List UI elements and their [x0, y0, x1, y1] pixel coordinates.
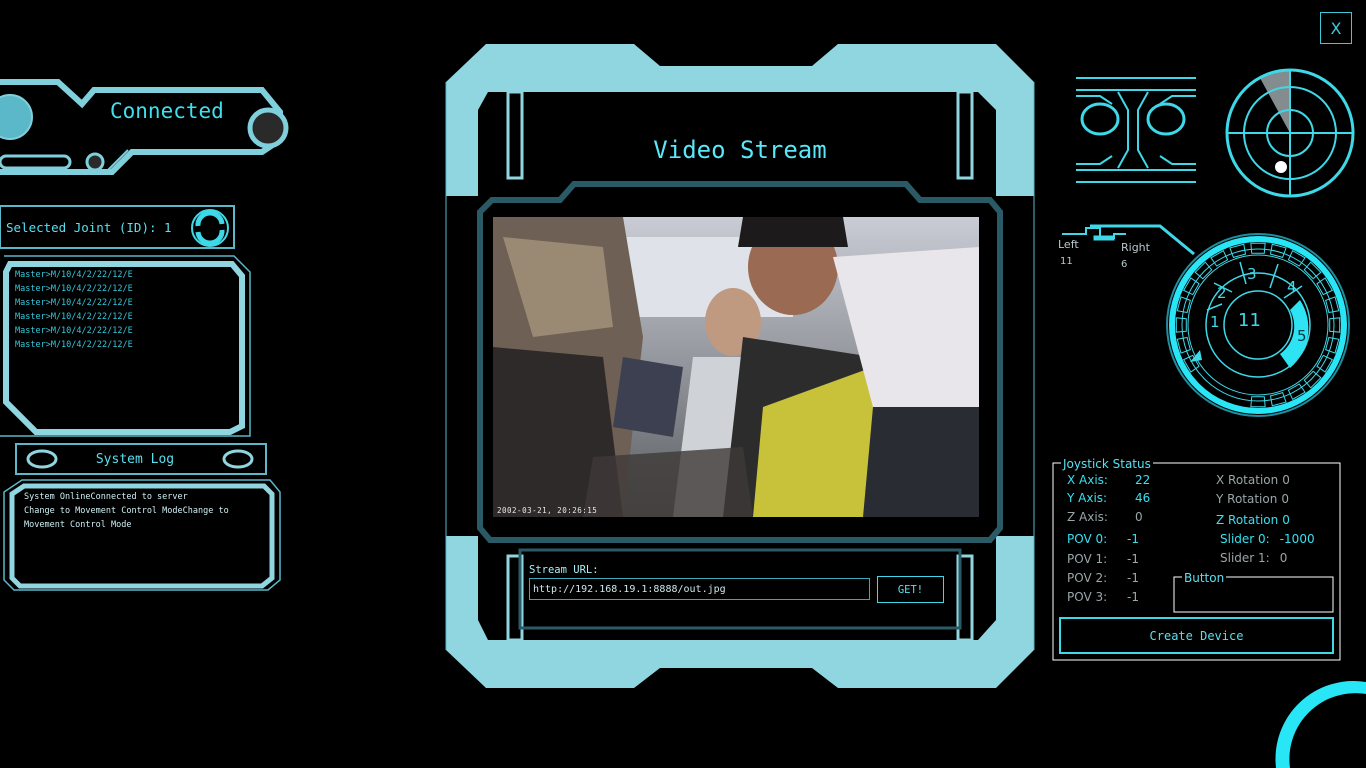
right-motor-label: Right: [1121, 241, 1150, 254]
refresh-joint-button[interactable]: [190, 208, 230, 248]
gear-label-active: 5: [1297, 327, 1307, 345]
list-item[interactable]: Master>M/10/4/2/22/12/E: [15, 282, 133, 296]
right-motor-value: 6: [1121, 259, 1128, 270]
joint-command-list[interactable]: Master>M/10/4/2/22/12/E Master>M/10/4/2/…: [15, 268, 133, 352]
left-motor-label: Left: [1058, 238, 1079, 251]
gear-label: 2: [1217, 284, 1227, 302]
selected-joint-label: Selected Joint (ID): 1: [6, 220, 172, 235]
refresh-icon: [191, 209, 229, 247]
joystick-row-value: 22: [1135, 473, 1151, 487]
joystick-row-label: POV 1:: [1067, 552, 1108, 566]
joystick-row: X Rotation 0: [1216, 473, 1290, 487]
joystick-row-label: POV 3:: [1067, 590, 1108, 604]
system-log-text[interactable]: System OnlineConnected to server Change …: [24, 490, 264, 532]
joystick-row: Z Axis: 0: [1067, 510, 1143, 524]
joystick-row-label: POV 2:: [1067, 571, 1108, 585]
create-device-button[interactable]: Create Device: [1059, 617, 1334, 654]
left-motor-value: 11: [1060, 256, 1073, 267]
radar-icon: [1225, 68, 1355, 198]
list-item[interactable]: Master>M/10/4/2/22/12/E: [15, 296, 133, 310]
get-stream-button[interactable]: GET!: [877, 576, 944, 603]
robot-eyes-icon: [1076, 77, 1196, 183]
joystick-row: Y Rotation 0: [1216, 492, 1289, 506]
stream-url-input[interactable]: [529, 578, 870, 600]
joystick-row-value: 0: [1281, 492, 1289, 506]
joystick-row-value: -1: [1127, 552, 1139, 566]
gear-label: 4: [1287, 278, 1297, 296]
log-line: Movement Control Mode: [24, 520, 132, 530]
video-stream-title: Video Stream: [653, 136, 827, 164]
list-item[interactable]: Master>M/10/4/2/22/12/E: [15, 310, 133, 324]
dial-segment: [1250, 396, 1266, 408]
joystick-row-label: Y Rotation: [1216, 492, 1278, 506]
joystick-row-label: X Axis:: [1067, 473, 1108, 487]
gear-label: 1: [1210, 313, 1220, 331]
gear-label: 3: [1247, 265, 1257, 283]
joystick-row-label: Z Rotation: [1216, 513, 1279, 527]
joystick-row: POV 2: -1: [1067, 571, 1139, 585]
camera-image: [493, 217, 979, 517]
list-item[interactable]: Master>M/10/4/2/22/12/E: [15, 324, 133, 338]
joystick-row-label: POV 0:: [1067, 532, 1108, 546]
dial-segment: [1329, 317, 1341, 333]
video-feed-image: [493, 217, 979, 517]
joystick-row-value: 0: [1282, 473, 1290, 487]
close-button[interactable]: X: [1320, 12, 1352, 44]
joystick-row-label: Z Axis:: [1067, 510, 1108, 524]
dial-segment: [1250, 242, 1266, 254]
joystick-row: POV 1: -1: [1067, 552, 1139, 566]
log-line: Change to Movement Control ModeChange to: [24, 506, 229, 516]
gear-dial-center-value: 11: [1238, 310, 1261, 331]
log-line: System OnlineConnected to server: [24, 492, 188, 502]
joystick-status-title: Joystick Status: [1061, 457, 1153, 471]
list-item[interactable]: Master>M/10/4/2/22/12/E: [15, 338, 133, 352]
joystick-row-label: Slider 0:: [1220, 532, 1270, 546]
joystick-row-label: Slider 1:: [1220, 551, 1270, 565]
joystick-row-label: X Rotation: [1216, 473, 1279, 487]
joystick-row: Y Axis: 46: [1067, 491, 1150, 505]
joystick-row: POV 3: -1: [1067, 590, 1139, 604]
joystick-row-value: -1000: [1279, 532, 1315, 546]
joystick-row-value: 0: [1135, 510, 1143, 524]
joystick-row: Slider 0: -1000: [1220, 532, 1315, 546]
joystick-row-value: -1: [1127, 590, 1139, 604]
connection-status: Connected: [110, 99, 224, 123]
joystick-row: POV 0: -1: [1067, 532, 1139, 546]
joystick-row: Z Rotation 0: [1216, 513, 1290, 527]
joystick-row-value: -1: [1127, 571, 1139, 585]
video-timestamp: 2002-03-21, 20:26:15: [497, 506, 598, 515]
joystick-row-value: 0: [1279, 551, 1288, 565]
stream-url-label: Stream URL:: [529, 564, 599, 576]
dial-segment: [1175, 317, 1187, 333]
connection-indicator-shape: [0, 79, 289, 175]
list-item[interactable]: Master>M/10/4/2/22/12/E: [15, 268, 133, 282]
joystick-row: X Axis: 22: [1067, 473, 1150, 487]
joystick-row-value: 46: [1135, 491, 1151, 505]
joystick-row-value: -1: [1127, 532, 1139, 546]
system-log-title: System Log: [95, 452, 175, 467]
loading-arc: [1276, 682, 1366, 768]
joystick-row-value: 0: [1282, 513, 1290, 527]
joystick-row: Slider 1: 0: [1220, 551, 1287, 565]
joystick-row-label: Y Axis:: [1067, 491, 1108, 505]
button-group-label: Button: [1182, 571, 1227, 585]
